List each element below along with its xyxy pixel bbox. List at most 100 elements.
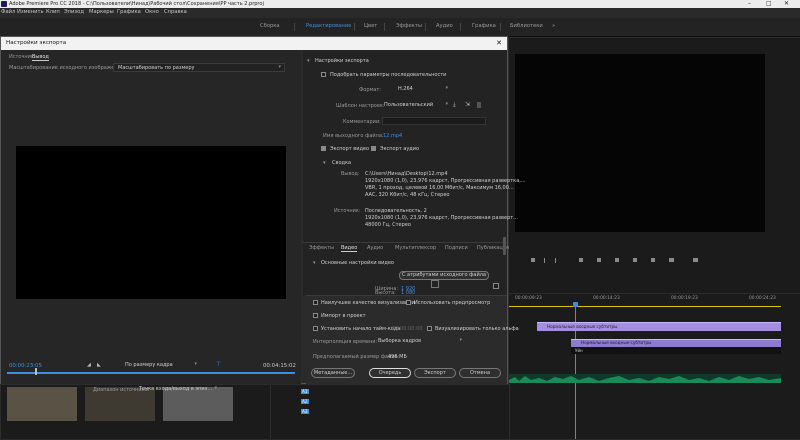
- use-previews-checkbox[interactable]: [406, 300, 411, 305]
- menu-clip[interactable]: Клип: [46, 9, 60, 15]
- track-a3-label[interactable]: A3: [301, 409, 309, 414]
- set-out-point-icon[interactable]: ◣: [97, 362, 101, 368]
- source-scaling-label: Масштабирование исходного изображения:: [9, 65, 126, 71]
- estimated-size-value: 496 МБ: [388, 354, 407, 360]
- menu-help[interactable]: Справка: [164, 9, 187, 15]
- time-interpolation-dropdown[interactable]: Выборка кадров ▾: [374, 337, 462, 346]
- settings-scrollbar[interactable]: [503, 237, 506, 255]
- set-start-timecode-label: Установить начало тайм-кода: [321, 326, 401, 332]
- link-aspect-icon[interactable]: [431, 280, 439, 288]
- chevron-down-icon: ▾: [194, 361, 197, 367]
- export-options: Наилучшее качество визуализации Использо…: [306, 295, 519, 385]
- menu-markers[interactable]: Маркеры: [89, 9, 114, 15]
- range-dropdown[interactable]: Точка входа/выход в эпиз... ▾: [137, 385, 217, 394]
- tab-source[interactable]: Источник: [9, 54, 34, 60]
- chevron-down-icon: ▾: [214, 385, 217, 391]
- crop-icon[interactable]: ⊤: [216, 361, 221, 368]
- window-titlebar: Adobe Premiere Pro CC 2018 - C:\Пользова…: [0, 0, 800, 8]
- program-monitor-panel: [508, 37, 800, 295]
- ruler-tick-label: 00:00:09:23: [515, 296, 542, 301]
- tab-audio[interactable]: Аудио: [367, 245, 383, 251]
- output-name-link[interactable]: 12.mp4: [383, 133, 402, 139]
- collapse-arrow-icon[interactable]: ▾: [313, 260, 316, 266]
- minimize-button[interactable]: –: [748, 0, 751, 8]
- tab-output[interactable]: Вывод: [32, 54, 49, 61]
- playhead-marker-icon[interactable]: [35, 368, 37, 375]
- workspace-tab-audio[interactable]: Аудио: [436, 23, 453, 29]
- chevron-down-icon: ▾: [445, 101, 448, 107]
- menu-file[interactable]: Файл: [1, 9, 15, 15]
- menu-graphics[interactable]: Графика: [117, 9, 141, 15]
- preview-area: Источник Вывод Масштабирование исходного…: [1, 50, 301, 393]
- collapse-arrow-icon[interactable]: ▾: [307, 58, 310, 64]
- timeline-clip[interactable]: Нормальные входные субтитры: [571, 339, 781, 347]
- workspace-more-button[interactable]: »: [552, 23, 555, 29]
- transport-icons: [531, 258, 698, 263]
- ruler-tick-label: 00:00:19:23: [671, 296, 698, 301]
- ruler-tick-label: 00:00:24:23: [749, 296, 776, 301]
- audio-clip[interactable]: [509, 374, 781, 383]
- format-dropdown[interactable]: H.264 ▾: [396, 85, 448, 94]
- set-in-point-icon[interactable]: ◢: [87, 362, 91, 368]
- workspace-tab-libraries[interactable]: Библиотеки: [510, 23, 543, 29]
- save-preset-icon[interactable]: ⤓: [453, 101, 456, 109]
- export-button[interactable]: Экспорт: [414, 368, 456, 378]
- tab-effects[interactable]: Эффекты: [309, 245, 334, 251]
- export-video-checkbox[interactable]: [321, 146, 326, 151]
- format-label: Формат:: [359, 87, 381, 93]
- track-a1-label[interactable]: A1: [301, 389, 309, 394]
- collapse-arrow-icon[interactable]: ▾: [323, 160, 326, 166]
- clip-label: Нормальные входные субтитры: [581, 340, 652, 345]
- summary-output-line: C:\Users\Нинад\Desktop\12.mp4: [365, 171, 448, 177]
- import-project-label: Импорт в проект: [321, 313, 366, 319]
- tab-multiplexer[interactable]: Мультиплексор: [395, 245, 436, 251]
- comments-input[interactable]: [382, 117, 486, 125]
- size-checkbox[interactable]: [493, 283, 499, 289]
- comments-label: Комментарии:: [343, 119, 381, 125]
- menu-window[interactable]: Окно: [145, 9, 159, 15]
- export-settings-header: Настройки экспорта: [315, 58, 369, 64]
- workspace-tab-effects[interactable]: Эффекты: [396, 23, 422, 29]
- queue-button[interactable]: Очередь: [369, 368, 411, 378]
- timeline-clip-caption[interactable]: Уйн: [571, 347, 781, 354]
- close-window-button[interactable]: ✕: [784, 0, 789, 8]
- dialog-close-button[interactable]: ✕: [496, 37, 502, 50]
- tab-video[interactable]: Видео: [341, 245, 358, 252]
- render-alpha-checkbox[interactable]: [427, 326, 432, 331]
- timeline-clip[interactable]: Нормальные входные субтитры: [537, 322, 781, 331]
- cancel-button[interactable]: Отмена: [459, 368, 501, 378]
- estimated-size-label: Предполагаемый размер файла:: [313, 354, 400, 360]
- workspace-tab-editing[interactable]: Редактирование: [306, 23, 351, 29]
- fit-dropdown[interactable]: По размеру кадра ▾: [121, 361, 199, 370]
- set-start-timecode-checkbox[interactable]: [313, 326, 318, 331]
- workspace-tab-color[interactable]: Цвет: [364, 23, 377, 29]
- menu-edit[interactable]: Изменить: [17, 9, 44, 15]
- maximize-button[interactable]: □: [766, 0, 772, 8]
- delete-preset-icon[interactable]: [477, 102, 481, 108]
- import-preset-icon[interactable]: ⇲: [465, 101, 470, 108]
- tab-captions[interactable]: Подписи: [445, 245, 468, 251]
- match-sequence-checkbox[interactable]: [321, 72, 326, 77]
- metadata-button[interactable]: Метаданные...: [311, 368, 355, 378]
- media-thumbnail[interactable]: [7, 387, 77, 421]
- window-title: Adobe Premiere Pro CC 2018 - C:\Пользова…: [9, 1, 264, 7]
- program-monitor-view: [515, 54, 765, 232]
- preset-dropdown[interactable]: Пользовательский ▾: [382, 101, 448, 110]
- menu-sequence[interactable]: Эпизод: [64, 9, 84, 15]
- source-scaling-dropdown[interactable]: Масштабировать по размеру ▾: [113, 63, 285, 72]
- timeline-ruler[interactable]: 00:00:09:23 00:00:14:23 00:00:19:23 00:0…: [513, 296, 797, 304]
- preview-video: [16, 146, 286, 299]
- playhead-handle-icon[interactable]: [573, 302, 578, 307]
- workspace-tab-assembly[interactable]: Сборка: [260, 23, 280, 29]
- audio-waveform: [509, 376, 781, 383]
- workspace-tab-graphics[interactable]: Графика: [472, 23, 496, 29]
- track-a2-label[interactable]: A2: [301, 399, 309, 404]
- match-source-button[interactable]: С атрибутами исходного файла: [399, 271, 489, 280]
- summary-output-line: 1920x1080 (1,0), 23,976 кадрст, Прогресс…: [365, 178, 526, 184]
- import-project-checkbox[interactable]: [313, 313, 318, 318]
- work-area-bar[interactable]: [509, 306, 781, 307]
- start-timecode-value[interactable]: 00:00:00:00: [392, 326, 423, 332]
- source-range-bar[interactable]: [7, 372, 295, 374]
- max-render-quality-checkbox[interactable]: [313, 300, 318, 305]
- export-audio-checkbox[interactable]: [371, 146, 376, 151]
